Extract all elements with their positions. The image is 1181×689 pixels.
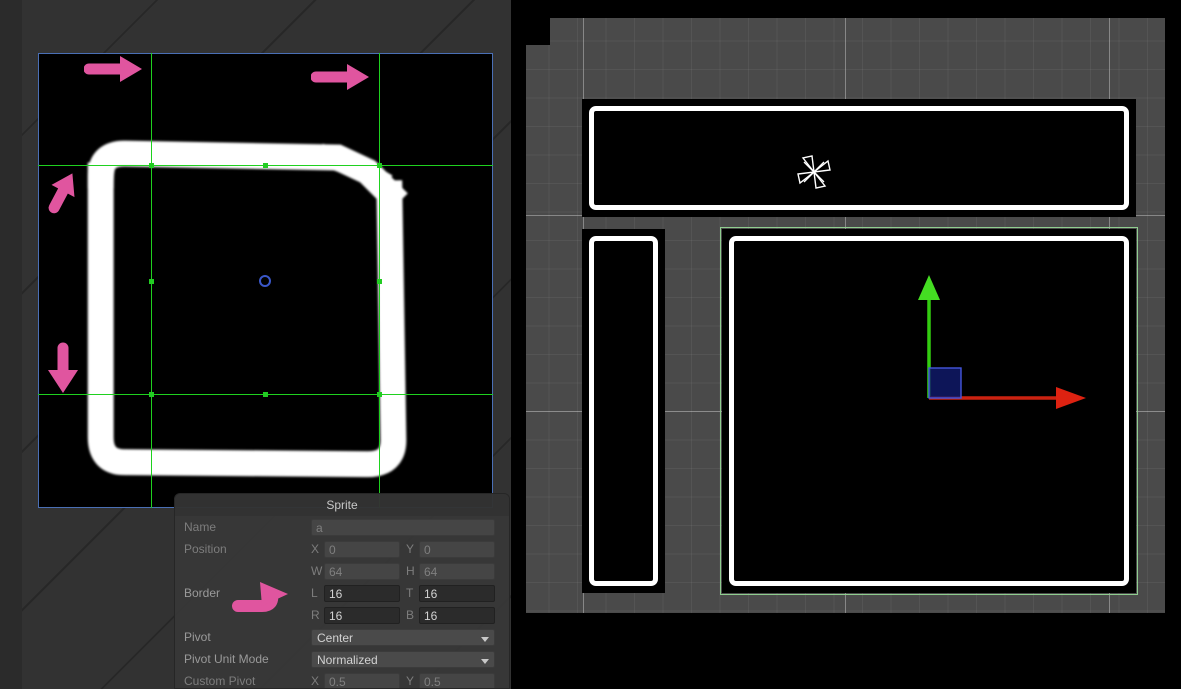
prefix-custom-pivot-y: Y <box>406 674 415 688</box>
handle-top-center[interactable] <box>263 163 268 168</box>
handle-top-left[interactable] <box>149 163 154 168</box>
pivot-marker[interactable] <box>259 275 271 287</box>
row-size: W 64 H 64 <box>175 560 509 582</box>
position-x-field[interactable]: 0 <box>324 540 400 558</box>
handle-bottom-center[interactable] <box>263 392 268 397</box>
border-top-field[interactable]: 16 <box>419 584 495 602</box>
screenshot-root: Sprite Name a Position X 0 Y 0 W 64 H 64… <box>0 0 1181 689</box>
border-bottom-field[interactable]: 16 <box>419 606 495 624</box>
chevron-down-icon <box>481 658 489 664</box>
prefix-custom-pivot-x: X <box>311 674 320 688</box>
sprite-name-field[interactable]: a <box>311 518 495 536</box>
sprite-inspector-panel[interactable]: Sprite Name a Position X 0 Y 0 W 64 H 64… <box>174 493 510 689</box>
custom-pivot-y-field[interactable]: 0.5 <box>419 672 495 688</box>
prefix-border-right: R <box>311 608 320 622</box>
sprite-object-top-frame <box>589 106 1129 210</box>
panel-title: Sprite <box>175 494 509 516</box>
handle-bottom-left[interactable] <box>149 392 154 397</box>
move-gizmo[interactable] <box>906 258 1106 428</box>
sprite-object-top[interactable] <box>582 99 1136 217</box>
handle-bottom-right[interactable] <box>377 392 382 397</box>
label-border: Border <box>184 586 221 600</box>
prefix-position-y: Y <box>406 542 415 556</box>
row-custom-pivot: Custom Pivot X 0.5 Y 0.5 <box>175 670 509 688</box>
handle-mid-left[interactable] <box>149 279 154 284</box>
row-border-2: R 16 B 16 <box>175 604 509 626</box>
label-pivot: Pivot <box>184 630 211 644</box>
row-name: Name a <box>175 516 509 538</box>
editor-left-gutter <box>0 0 22 689</box>
sprite-object-left-frame <box>589 236 658 586</box>
row-pivot-unit-mode: Pivot Unit Mode Normalized <box>175 648 509 670</box>
pivot-dropdown[interactable]: Center <box>311 628 495 646</box>
prefix-border-left: L <box>311 586 318 600</box>
border-right-field[interactable]: 16 <box>324 606 400 624</box>
border-left-field[interactable]: 16 <box>324 584 400 602</box>
sprite-editor-panel[interactable]: Sprite Name a Position X 0 Y 0 W 64 H 64… <box>0 0 511 689</box>
prefix-size-width: W <box>311 564 323 578</box>
size-height-field[interactable]: 64 <box>419 562 495 580</box>
prefix-border-top: T <box>406 586 414 600</box>
scene-view[interactable] <box>526 18 1165 613</box>
prefix-border-bottom: B <box>406 608 415 622</box>
size-width-field[interactable]: 64 <box>324 562 400 580</box>
handle-top-right[interactable] <box>377 163 382 168</box>
row-pivot: Pivot Center <box>175 626 509 648</box>
prefix-size-height: H <box>406 564 415 578</box>
position-y-field[interactable]: 0 <box>419 540 495 558</box>
label-custom-pivot: Custom Pivot <box>184 674 256 688</box>
label-name: Name <box>184 520 217 534</box>
pivot-unit-mode-dropdown[interactable]: Normalized <box>311 650 495 668</box>
label-position: Position <box>184 542 227 556</box>
prefix-position-x: X <box>311 542 320 556</box>
chevron-down-icon <box>481 636 489 642</box>
handle-mid-right[interactable] <box>377 279 382 284</box>
gizmo-xy-plane <box>928 367 962 399</box>
label-pivot-unit-mode: Pivot Unit Mode <box>184 652 269 666</box>
sprite-object-left[interactable] <box>582 229 665 593</box>
row-position: Position X 0 Y 0 <box>175 538 509 560</box>
custom-pivot-x-field[interactable]: 0.5 <box>324 672 400 688</box>
row-border: Border L 16 T 16 <box>175 582 509 604</box>
scene-corner-chip <box>526 18 550 45</box>
light-gizmo-icon[interactable] <box>790 148 838 196</box>
